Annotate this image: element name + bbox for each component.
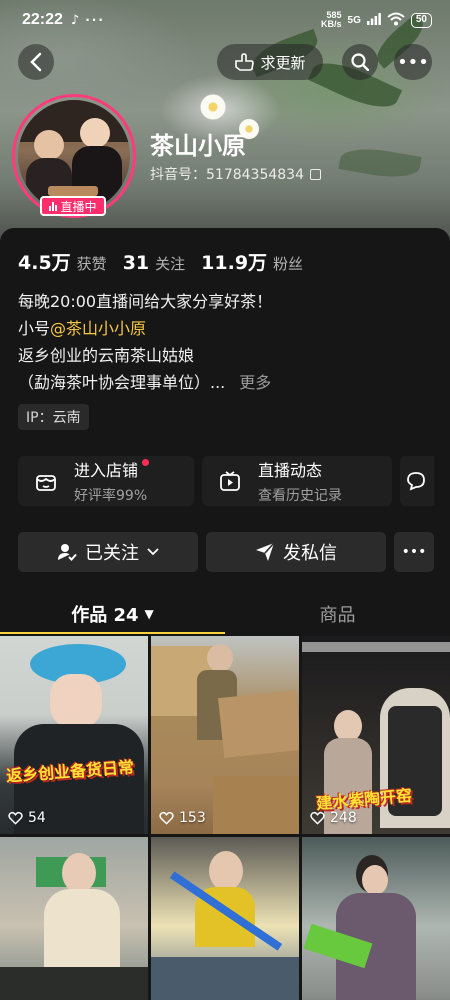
video-tile[interactable]: [0, 837, 148, 1000]
status-bar: 22:22 ♪ ··· 585 KB/s 5G 50: [0, 0, 450, 40]
battery-icon: 50: [410, 12, 432, 28]
heart-icon: [8, 811, 23, 825]
live-badge-label: 直播中: [60, 199, 97, 214]
chevron-down-icon: [147, 548, 159, 556]
content-tabs: 作品 24 ▼ 商品: [0, 594, 450, 634]
profile-bio: 每晚20:00直播间给大家分享好茶！ 小号@茶山小小原 返乡创业的云南茶山姑娘 …: [18, 288, 272, 396]
bio-more-link[interactable]: 更多: [239, 369, 271, 396]
stats-row: 4.5万 获赞 31 关注 11.9万 粉丝: [18, 248, 303, 275]
video-grid: 返乡创业备货日常 54 153 建水紫陶开窑 248: [0, 636, 450, 1000]
bio-mention-link[interactable]: @茶山小小原: [50, 319, 146, 338]
chevron-left-icon: [30, 52, 42, 72]
heart-icon: [310, 811, 325, 825]
tea-flower-decoration: [200, 94, 226, 120]
stat-value: 11.9万: [201, 252, 268, 274]
tab-works[interactable]: 作品 24 ▼: [0, 594, 225, 634]
caret-down-icon: ▼: [144, 607, 154, 621]
stat-value: 31: [122, 252, 150, 274]
bio-line: 小号@茶山小小原: [18, 315, 272, 342]
send-message-button[interactable]: 发私信: [206, 532, 386, 572]
store-card-subtitle: 好评率99%: [74, 488, 148, 504]
live-bars-icon: [49, 201, 58, 211]
stat-followers[interactable]: 11.9万 粉丝: [201, 248, 303, 275]
video-tile[interactable]: 返乡创业备货日常 54: [0, 636, 148, 834]
video-tile[interactable]: [302, 837, 450, 1000]
back-button[interactable]: [18, 44, 54, 80]
chat-bubble-icon: [404, 463, 430, 499]
tv-icon: [212, 463, 248, 499]
more-notifications-icon: ···: [85, 13, 105, 27]
store-icon: [28, 463, 64, 499]
more-options-button[interactable]: •••: [394, 44, 432, 80]
douyin-id[interactable]: 抖音号：51784354834: [150, 164, 321, 184]
action-buttons: 已关注 发私信 •••: [18, 532, 434, 572]
followed-button[interactable]: 已关注: [18, 532, 198, 572]
video-likes: 153: [159, 810, 206, 826]
hand-point-icon: [235, 53, 255, 71]
live-badge[interactable]: 直播中: [40, 196, 106, 216]
video-likes-count: 153: [179, 810, 206, 826]
status-time: 22:22: [22, 11, 63, 28]
stat-label: 粉丝: [273, 255, 304, 273]
video-likes-count: 54: [28, 810, 46, 826]
heart-icon: [159, 811, 174, 825]
group-chat-card[interactable]: [400, 456, 434, 506]
video-tile[interactable]: [151, 837, 299, 1000]
douyin-id-text: 抖音号：51784354834: [150, 167, 304, 183]
request-update-button[interactable]: 求更新: [217, 44, 323, 80]
stat-following[interactable]: 31 关注: [123, 252, 185, 274]
wifi-icon: [387, 12, 405, 29]
profile-name: 茶山小原: [150, 132, 246, 160]
signal-icon: 5G: [347, 14, 361, 26]
user-check-icon: [58, 544, 77, 561]
net-speed-unit: KB/s: [321, 19, 342, 29]
stat-value: 4.5万: [18, 252, 71, 274]
video-likes: 248: [310, 810, 357, 826]
paper-plane-icon: [256, 542, 275, 561]
store-card[interactable]: 进入店铺 好评率99%: [18, 456, 194, 506]
ip-location-tag: IP：云南: [18, 404, 89, 430]
stat-likes[interactable]: 4.5万 获赞: [18, 248, 107, 275]
more-dots-icon: •••: [401, 544, 427, 560]
signal-bars-icon: [366, 13, 381, 27]
notification-dot: [142, 459, 150, 466]
stat-label: 获赞: [76, 255, 107, 273]
video-likes-count: 248: [330, 810, 357, 826]
tab-works-label: 作品 24: [71, 605, 139, 626]
network-speed: 585 KB/s: [321, 11, 342, 29]
bio-line: 每晚20:00直播间给大家分享好茶！: [18, 292, 273, 311]
video-likes: 54: [8, 810, 46, 826]
followed-label: 已关注: [85, 543, 139, 564]
bio-prefix: 小号: [18, 319, 51, 338]
leaf-decoration: [338, 143, 422, 183]
tab-products[interactable]: 商品: [225, 594, 450, 634]
send-message-label: 发私信: [283, 543, 337, 564]
copy-icon[interactable]: [309, 168, 321, 180]
bio-line: 返乡创业的云南茶山姑娘: [18, 346, 195, 365]
more-actions-button[interactable]: •••: [394, 532, 434, 572]
search-button[interactable]: [342, 44, 378, 80]
stat-label: 关注: [155, 255, 186, 273]
bio-line-text: （勐海茶叶协会理事单位）...: [18, 373, 226, 392]
request-update-label: 求更新: [260, 53, 306, 72]
live-history-title: 直播动态: [258, 461, 323, 480]
tiktok-icon: ♪: [70, 12, 80, 28]
video-tile[interactable]: 153: [151, 636, 299, 834]
live-history-card[interactable]: 直播动态 查看历史记录: [202, 456, 392, 506]
video-tile[interactable]: 建水紫陶开窑 248: [302, 636, 450, 834]
search-icon: [351, 53, 369, 71]
more-dots-icon: •••: [397, 51, 429, 73]
store-card-title: 进入店铺: [74, 461, 139, 480]
bio-line: （勐海茶叶协会理事单位）... 更多: [18, 369, 272, 396]
live-history-subtitle: 查看历史记录: [258, 488, 342, 504]
shortcut-cards: 进入店铺 好评率99% 直播动态 查看历史记录: [18, 456, 434, 506]
tab-products-label: 商品: [319, 605, 356, 626]
